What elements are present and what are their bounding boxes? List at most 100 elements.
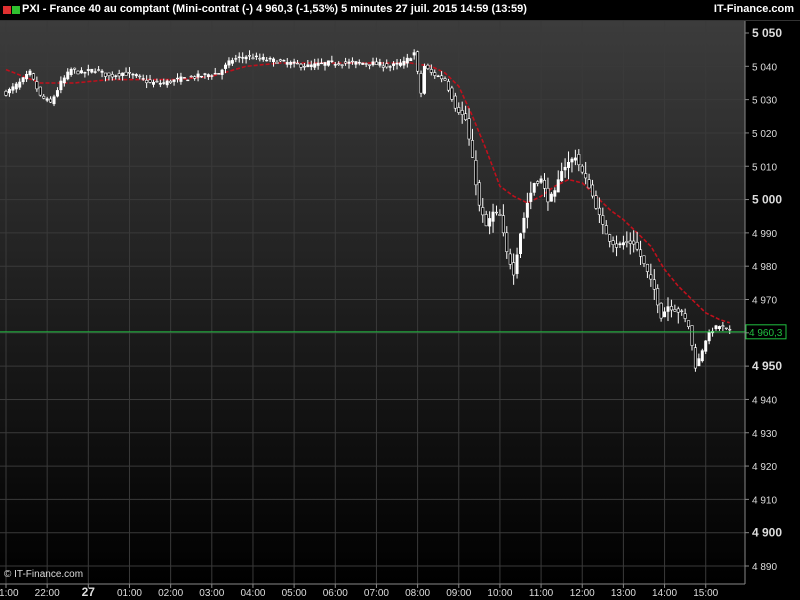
candle-body: [690, 325, 694, 346]
candle-body: [100, 70, 104, 73]
candle-body: [258, 57, 262, 60]
candle-body: [151, 81, 155, 85]
candle-body: [443, 78, 447, 81]
candle-body: [73, 67, 77, 70]
candle-body: [7, 89, 11, 94]
ma-polyline: [5, 62, 730, 324]
x-tick-label: 13:00: [611, 588, 636, 599]
candle-body: [320, 62, 324, 65]
candle-body: [86, 69, 90, 71]
candle-body: [25, 73, 29, 80]
candle-body: [604, 225, 608, 235]
x-tick-label: 21:00: [0, 588, 19, 599]
candle-body: [83, 72, 87, 74]
x-tick-label: 07:00: [364, 588, 389, 599]
candle-body: [584, 173, 588, 179]
x-tick-label: 27: [82, 585, 96, 599]
candle-body: [446, 81, 450, 91]
candle-body: [591, 184, 595, 197]
candle-body: [333, 64, 337, 66]
candle-body: [491, 211, 495, 222]
candle-body: [28, 70, 32, 75]
candle-body: [169, 80, 173, 84]
x-tick-label: 02:00: [158, 588, 183, 599]
y-tick-label: 4 910: [752, 495, 777, 506]
moving-average-line: [5, 62, 730, 324]
x-tick-label: 04:00: [240, 588, 265, 599]
y-tick-label: 5 050: [752, 26, 782, 40]
candle-body: [203, 73, 207, 75]
candle-body: [560, 171, 564, 182]
candle-body: [275, 61, 279, 65]
candle-body: [707, 331, 711, 342]
candlestick-chart[interactable]: 4 960,3 5 050 5 040 5 030 5 020 5 010 5 000 4 …: [0, 0, 800, 600]
candle-body: [237, 56, 241, 58]
candle-body: [127, 72, 131, 74]
y-tick-label: 4 930: [752, 429, 777, 440]
candle-body: [587, 179, 591, 189]
x-tick-label: 12:00: [570, 588, 595, 599]
price-series-tag[interactable]: Prix: [1, 22, 25, 37]
candle-body: [364, 63, 368, 65]
candle-body: [635, 241, 639, 250]
candle-body: [453, 95, 457, 109]
candle-body: [611, 240, 615, 245]
candle-body: [179, 76, 183, 82]
candle-body: [687, 320, 691, 327]
candle-body: [313, 63, 317, 68]
candle-body: [254, 55, 258, 58]
x-tick-label: 15:00: [693, 588, 718, 599]
candle-body: [361, 62, 365, 65]
candle-body: [392, 63, 396, 66]
candle-body: [659, 302, 663, 319]
candle-body: [663, 311, 667, 318]
x-tick-label: 14:00: [652, 588, 677, 599]
candle-body: [724, 327, 728, 329]
candle-body: [563, 166, 567, 171]
candle-body: [673, 309, 677, 312]
candle-body: [330, 60, 334, 62]
candle-body: [189, 75, 193, 78]
candle-body: [697, 358, 701, 367]
candle-body: [217, 73, 221, 75]
candle-body: [484, 214, 488, 227]
candle-body: [645, 263, 649, 272]
x-tick-label: 05:00: [282, 588, 307, 599]
candle-body: [556, 179, 560, 193]
candle-body: [429, 69, 433, 73]
y-tick-label: 4 950: [752, 359, 782, 373]
candle-body: [11, 86, 15, 91]
candle-body: [14, 83, 18, 90]
y-tick-label: 5 030: [752, 96, 777, 107]
candle-body: [90, 68, 94, 73]
candle-body: [570, 158, 574, 163]
candle-body: [704, 340, 708, 352]
candle-body: [549, 193, 553, 202]
last-price-label: 4 960,3: [749, 328, 783, 339]
candle-body: [224, 64, 228, 69]
candle-body: [467, 118, 471, 140]
candle-body: [296, 62, 300, 65]
moving-average-tag[interactable]: Moyenne mobile (Exponentielle 20): [24, 22, 187, 37]
candle-body: [340, 64, 344, 66]
candle-body: [134, 74, 138, 77]
candle-body: [302, 66, 306, 68]
candle-body: [103, 72, 107, 77]
candle-body: [680, 310, 684, 313]
x-tick-label: 03:00: [199, 588, 224, 599]
candle-body: [285, 62, 289, 65]
candle-body: [639, 249, 643, 257]
candle-body: [481, 207, 485, 216]
candle-body: [158, 82, 162, 85]
candle-body: [62, 77, 66, 84]
candle-body: [230, 60, 234, 64]
candle-body: [145, 80, 149, 84]
candle-body: [536, 181, 540, 184]
site-name[interactable]: IT-Finance.com: [714, 3, 794, 15]
candle-body: [553, 190, 557, 197]
candle-body: [529, 192, 533, 202]
candle-body: [289, 62, 293, 65]
candle-body: [35, 81, 39, 90]
red-square-icon: [3, 6, 11, 14]
candle-body: [227, 60, 231, 66]
